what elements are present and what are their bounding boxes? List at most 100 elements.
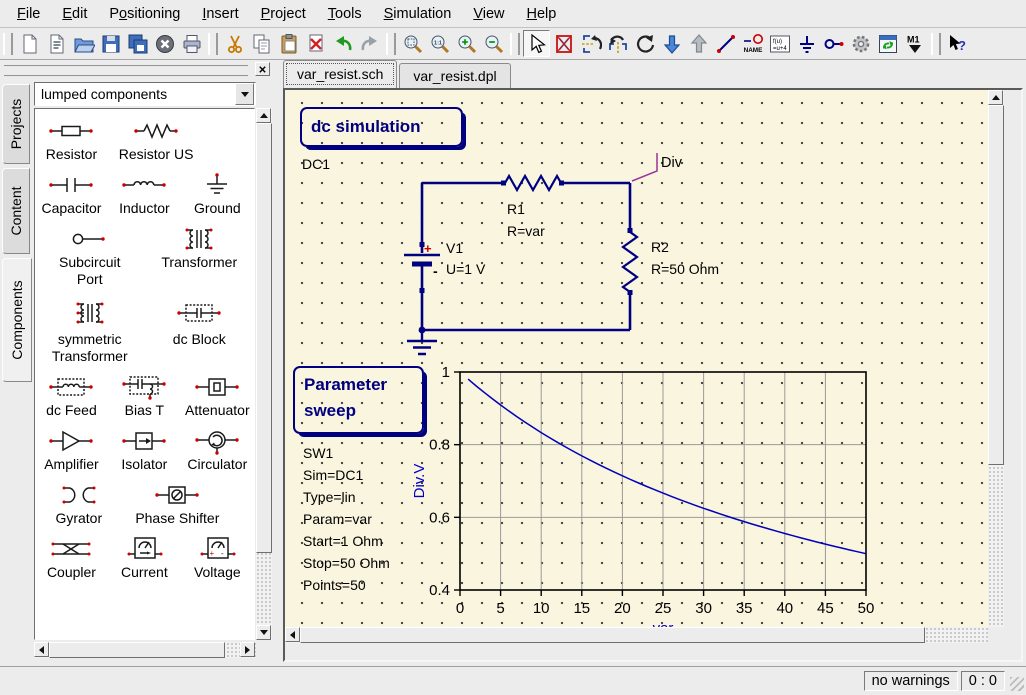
palette-vertical-scrollbar[interactable] [256, 108, 272, 640]
palette-item-amplifier[interactable]: Amplifier [35, 425, 108, 475]
copy-button[interactable] [248, 30, 275, 57]
save-all-button[interactable] [124, 30, 151, 57]
open-document-button[interactable] [70, 30, 97, 57]
menu-file[interactable]: File [6, 3, 51, 25]
palette-item-isolator[interactable]: Isolator [108, 425, 181, 475]
scrollbar-thumb[interactable] [49, 642, 225, 658]
canvas-horizontal-scrollbar[interactable] [285, 627, 1004, 643]
scrollbar-thumb[interactable] [300, 627, 925, 643]
palette-item-ground[interactable]: Ground [181, 169, 254, 219]
palette-item-bias-t[interactable]: Bias T [108, 371, 181, 421]
component-v1[interactable]: + - V1 U=1 V [404, 240, 486, 293]
toolbar-handle[interactable] [510, 33, 520, 55]
palette-item-symmetric-transformer[interactable]: symmetric Transformer [35, 294, 145, 367]
resize-grip[interactable] [1010, 677, 1024, 691]
zoom-1-1-button[interactable] [426, 30, 453, 57]
palette-item-inductor[interactable]: Inductor [108, 169, 181, 219]
zoom-in-button[interactable] [453, 30, 480, 57]
toolbar-handle[interactable] [931, 33, 941, 55]
scroll-left-button[interactable] [34, 642, 49, 657]
palette-horizontal-scrollbar[interactable] [34, 642, 256, 658]
print-button[interactable] [178, 30, 205, 57]
text-editor-button[interactable] [43, 30, 70, 57]
scrollbar-thumb[interactable] [256, 123, 272, 553]
close-document-button[interactable] [151, 30, 178, 57]
document-settings-button[interactable] [847, 30, 874, 57]
toolbar-handle[interactable] [208, 33, 218, 55]
save-document-button[interactable] [97, 30, 124, 57]
mirror-y-axis-button[interactable] [604, 30, 631, 57]
cartesian-diagram[interactable]: 051015202530354045500.40.60.81varDiv.V [411, 364, 874, 637]
component-r2[interactable]: R2 R=50 Ohm [623, 228, 719, 295]
palette-item-gyrator[interactable]: Gyrator [35, 479, 123, 529]
palette-item-circulator[interactable]: Circulator [181, 425, 254, 475]
parameter-sweep-properties[interactable]: SW1 Sim=DC1 Type=lin Param=var Start=1 O… [303, 442, 390, 596]
pop-out-button[interactable] [685, 30, 712, 57]
go-into-subcircuit-button[interactable] [658, 30, 685, 57]
schematic-canvas[interactable]: dc simulation DC1 Parameter sweep SW1 Si… [285, 90, 1004, 643]
dc-simulation-box[interactable]: dc simulation [300, 107, 463, 147]
rotate-button[interactable] [631, 30, 658, 57]
tab-var-resist-sch[interactable]: var_resist.sch [283, 60, 397, 88]
sidebar-tab-content[interactable]: Content [2, 168, 30, 254]
component-category-select[interactable]: lumped components [34, 82, 256, 106]
cut-button[interactable] [221, 30, 248, 57]
ground-symbol[interactable] [407, 330, 437, 354]
new-document-button[interactable] [16, 30, 43, 57]
whats-this-help-button[interactable] [944, 30, 971, 57]
scroll-down-button[interactable] [256, 625, 271, 640]
circuit-wires[interactable] [422, 183, 630, 330]
insert-port-button[interactable] [820, 30, 847, 57]
menu-insert[interactable]: Insert [191, 3, 249, 25]
palette-item-resistor[interactable]: Resistor [35, 115, 108, 165]
palette-item-subcircuit-port[interactable]: Subcircuit Port [35, 223, 145, 290]
insert-equation-button[interactable] [766, 30, 793, 57]
select-mode-button[interactable] [523, 30, 550, 57]
canvas-vertical-scrollbar[interactable] [988, 90, 1004, 643]
palette-item-current[interactable]: Current [108, 533, 181, 583]
menu-help[interactable]: Help [516, 3, 568, 25]
palette-item-resistor-us[interactable]: Resistor US [108, 115, 204, 165]
chevron-down-icon[interactable] [235, 83, 254, 105]
zoom-out-button[interactable] [480, 30, 507, 57]
mirror-x-axis-button[interactable] [577, 30, 604, 57]
component-r1[interactable]: R1 R=var [501, 176, 564, 239]
scroll-right-button[interactable] [240, 642, 255, 657]
palette-item-voltage[interactable]: Voltage [181, 533, 254, 583]
palette-item-attenuator[interactable]: Attenuator [181, 371, 254, 421]
menu-project[interactable]: Project [250, 3, 317, 25]
paste-button[interactable] [275, 30, 302, 57]
insert-ground-button[interactable] [793, 30, 820, 57]
delete-button[interactable] [302, 30, 329, 57]
zoom-fit-button[interactable] [399, 30, 426, 57]
sidebar-tab-projects[interactable]: Projects [2, 84, 30, 164]
palette-item-dc-block[interactable]: dc Block [145, 294, 255, 367]
dock-close-button[interactable] [255, 62, 270, 76]
toolbar-handle[interactable] [386, 33, 396, 55]
palette-item-dc-feed[interactable]: dc Feed [35, 371, 108, 421]
deactivate-component-button[interactable] [550, 30, 577, 57]
set-marker-button[interactable] [901, 30, 928, 57]
redo-button[interactable] [356, 30, 383, 57]
menu-tools[interactable]: Tools [317, 3, 373, 25]
menu-simulation[interactable]: Simulation [373, 3, 463, 25]
wire-label-div[interactable]: Div [632, 153, 683, 181]
palette-item-phase-shifter[interactable]: Phase Shifter [123, 479, 233, 529]
palette-item-transformer[interactable]: Transformer [145, 223, 255, 290]
toolbar-handle[interactable] [3, 33, 13, 55]
dock-grip[interactable] [4, 65, 248, 77]
palette-item-coupler[interactable]: Coupler [35, 533, 108, 583]
scroll-left-button[interactable] [285, 627, 300, 642]
menu-edit[interactable]: Edit [51, 3, 98, 25]
scroll-up-button[interactable] [256, 108, 271, 123]
palette-item-capacitor[interactable]: Capacitor [35, 169, 108, 219]
insert-wire-button[interactable] [712, 30, 739, 57]
insert-wire-label-button[interactable] [739, 30, 766, 57]
menu-view[interactable]: View [462, 3, 515, 25]
sidebar-tab-components[interactable]: Components [2, 258, 32, 382]
dock-header[interactable] [2, 62, 270, 78]
undo-button[interactable] [329, 30, 356, 57]
scrollbar-thumb[interactable] [988, 105, 1004, 465]
menu-positioning[interactable]: Positioning [98, 3, 191, 25]
simulate-button[interactable] [874, 30, 901, 57]
